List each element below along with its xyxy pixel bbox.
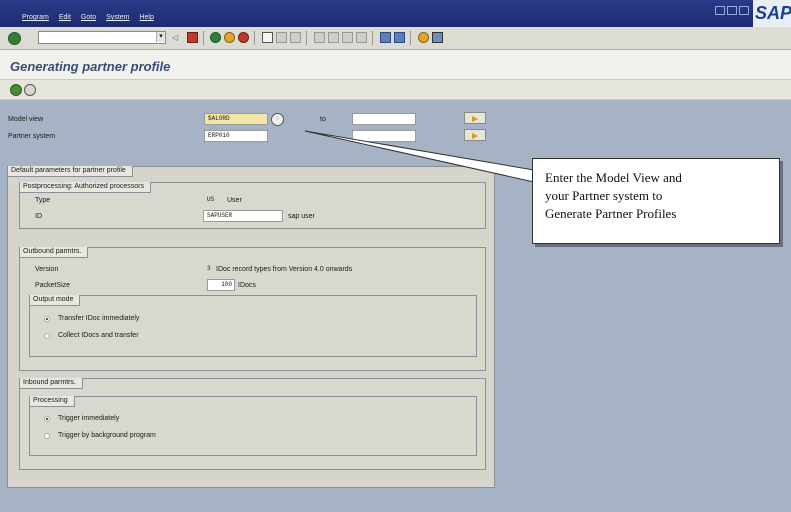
annotation-callout: Enter the Model View and your Partner sy… (532, 158, 780, 244)
callout-pointer (304, 130, 535, 183)
callout-line: your Partner system to (545, 188, 663, 203)
callout-line: Enter the Model View and (545, 170, 682, 185)
callout-line: Generate Partner Profiles (545, 206, 677, 221)
callout-arrow (304, 130, 535, 183)
status-bar (0, 500, 791, 512)
